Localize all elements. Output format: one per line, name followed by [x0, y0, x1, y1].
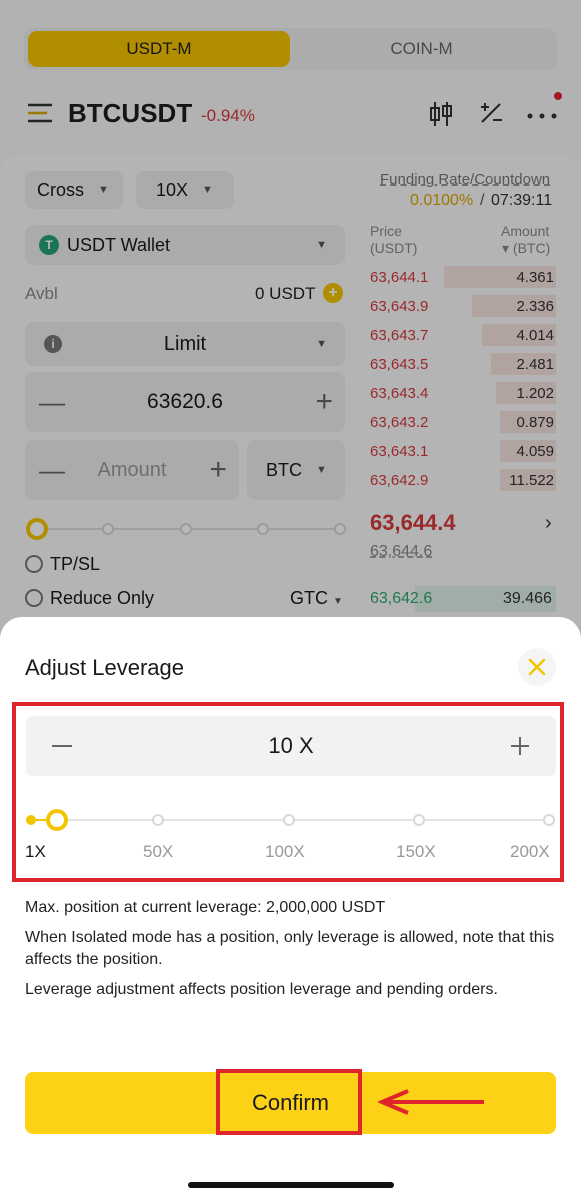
- isolated-mode-note: When Isolated mode has a position, only …: [25, 929, 555, 968]
- arrow-left-icon: [376, 1088, 486, 1116]
- home-indicator: [188, 1182, 394, 1188]
- max-position-note: Max. position at current leverage: 2,000…: [25, 899, 386, 916]
- sheet-title: Adjust Leverage: [25, 655, 184, 680]
- highlight-frame: [12, 702, 564, 882]
- leverage-effect-note: Leverage adjustment affects position lev…: [25, 981, 498, 998]
- close-button[interactable]: [518, 648, 556, 686]
- confirm-highlight-frame: [216, 1069, 362, 1135]
- close-icon: [528, 658, 546, 676]
- adjust-leverage-sheet: Adjust Leverage 10 X 1X 50X 100X 150X 20…: [0, 617, 581, 1200]
